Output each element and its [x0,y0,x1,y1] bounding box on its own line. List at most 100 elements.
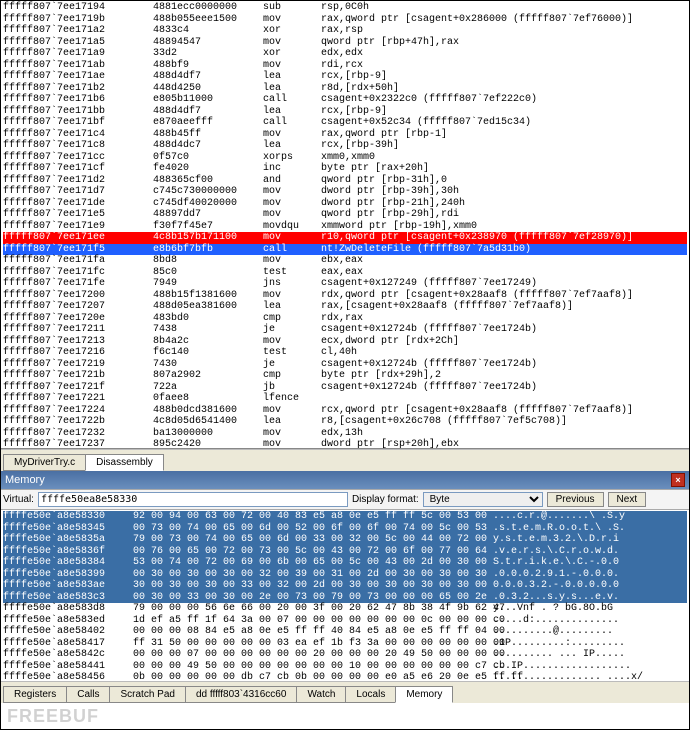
memory-row[interactable]: ffffe50e`a8e5842c00 00 00 07 00 00 00 00… [3,649,687,661]
operands: r8,[csagent+0x26c708 (fffff807`7ef5c708)… [321,416,687,428]
disasm-row[interactable]: fffff807`7ee172117438jecsagent+0x12724b … [3,324,687,336]
mem-address: ffffe50e`a8e58399 [3,569,133,581]
mem-address: ffffe50e`a8e583c3 [3,592,133,604]
address: fffff807`7ee171fe [3,278,153,290]
disasm-row[interactable]: fffff807`7ee17216f6c140testcl,40h [3,347,687,359]
memory-row[interactable]: ffffe50e`a8e5840200 00 00 08 84 e5 a8 0e… [3,626,687,638]
disasm-row[interactable]: fffff807`7ee171d7c745c730000000movdword … [3,186,687,198]
bytes: f6c140 [153,347,263,359]
disasm-row[interactable]: fffff807`7ee171e548897dd7movqword ptr [r… [3,209,687,221]
mnemonic: lea [263,71,321,83]
memory-row[interactable]: ffffe50e`a8e583ed1d ef a5 ff 1f 64 3a 00… [3,615,687,627]
disasm-row[interactable]: fffff807`7ee17237895c2420movdword ptr [r… [3,439,687,449]
mnemonic: mov [263,198,321,210]
disasm-row[interactable]: fffff807`7ee172210faee8lfence [3,393,687,405]
bottom-tab-watch[interactable]: Watch [296,686,346,703]
memory-hex-view[interactable]: ffffe50e`a8e5833092 00 94 00 63 00 72 00… [1,510,689,685]
bytes: 48894547 [153,37,263,49]
disasm-row[interactable]: fffff807`7ee171bfe870aeefffcallcsagent+0… [3,117,687,129]
disasm-row[interactable]: fffff807`7ee171a933d2xoredx,edx [3,48,687,60]
address: fffff807`7ee17211 [3,324,153,336]
operands: rdx,rax [321,313,687,325]
bottom-tab-dd-fffff803-4316cc60[interactable]: dd fffff803`4316cc60 [185,686,297,703]
disasm-row[interactable]: fffff807`7ee171fc85c0testeax,eax [3,267,687,279]
bytes: 7430 [153,359,263,371]
mnemonic: lea [263,106,321,118]
disasm-row[interactable]: fffff807`7ee172197430jecsagent+0x12724b … [3,359,687,371]
bytes: 483bd0 [153,313,263,325]
display-format-select[interactable]: Byte [423,492,543,507]
mem-ascii: .....d:.............. [493,615,687,627]
operands: xmmword ptr [rbp-19h],xmm0 [321,221,687,233]
memory-row[interactable]: ffffe50e`a8e583c300 30 00 33 00 30 00 2e… [3,592,687,604]
mnemonic: test [263,347,321,359]
disasm-row[interactable]: fffff807`7ee171fa8bd8movebx,eax [3,255,687,267]
disasm-row[interactable]: fffff807`7ee171a548894547movqword ptr [r… [3,37,687,49]
disasm-row[interactable]: fffff807`7ee171c4488b45ffmovrax,qword pt… [3,129,687,141]
bytes: 488d4df7 [153,106,263,118]
disasm-row[interactable]: fffff807`7ee171b6e805b11000callcsagent+0… [3,94,687,106]
disasm-row[interactable]: fffff807`7ee17224488b0dcd381600movrcx,qw… [3,405,687,417]
bottom-tab-locals[interactable]: Locals [345,686,396,703]
mnemonic: mov [263,14,321,26]
operands: ecx,dword ptr [rdx+2Ch] [321,336,687,348]
disasm-row[interactable]: fffff807`7ee171ae488d4df7learcx,[rbp-9] [3,71,687,83]
next-button[interactable]: Next [608,492,647,507]
mem-hex: 00 00 00 08 84 e5 a8 0e e5 ff ff 40 84 e… [133,626,493,638]
mnemonic: xorps [263,152,321,164]
bottom-tab-registers[interactable]: Registers [3,686,67,703]
disasm-row[interactable]: fffff807`7ee171c8488d4dc7learcx,[rbp-39h… [3,140,687,152]
memory-row[interactable]: ffffe50e`a8e5836f00 76 00 65 00 72 00 73… [3,546,687,558]
memory-row[interactable]: ffffe50e`a8e5833092 00 94 00 63 00 72 00… [3,511,687,523]
memory-row[interactable]: ffffe50e`a8e5834500 73 00 74 00 65 00 6d… [3,523,687,535]
disasm-row[interactable]: fffff807`7ee171d2488365cf00andqword ptr … [3,175,687,187]
disasm-row[interactable]: fffff807`7ee17232ba13000000movedx,13h [3,428,687,440]
memory-row[interactable]: ffffe50e`a8e58417ff 31 50 00 00 00 00 00… [3,638,687,650]
previous-button[interactable]: Previous [547,492,604,507]
disassembly-listing[interactable]: fffff807`7ee171944881ecc0000000subrsp,0C… [1,1,689,449]
disasm-row[interactable]: fffff807`7ee171cffe4020incbyte ptr [rax+… [3,163,687,175]
mnemonic: movdqu [263,221,321,233]
disasm-row[interactable]: fffff807`7ee171cc0f57c0xorpsxmm0,xmm0 [3,152,687,164]
virtual-address-input[interactable] [38,492,348,507]
disasm-row[interactable]: fffff807`7ee171dec745df40020000movdword … [3,198,687,210]
disasm-row[interactable]: fffff807`7ee171ab488bf9movrdi,rcx [3,60,687,72]
disasm-row[interactable]: fffff807`7ee172138b4a2cmovecx,dword ptr … [3,336,687,348]
operands: edx,13h [321,428,687,440]
address: fffff807`7ee17213 [3,336,153,348]
disasm-row[interactable]: fffff807`7ee1719b488b055eee1500movrax,qw… [3,14,687,26]
disasm-row[interactable]: fffff807`7ee17207488d05ea381600learax,[c… [3,301,687,313]
disasm-row[interactable]: fffff807`7ee171b2448d4250lear8d,[rdx+50h… [3,83,687,95]
mnemonic: jns [263,278,321,290]
tab-disassembly[interactable]: Disassembly [85,454,164,471]
close-icon[interactable]: × [671,473,685,487]
memory-row[interactable]: ffffe50e`a8e583d879 00 00 00 56 6e 66 00… [3,603,687,615]
tab-mydrivertry-c[interactable]: MyDriverTry.c [3,454,86,471]
bottom-tab-scratch-pad[interactable]: Scratch Pad [109,686,185,703]
disasm-row[interactable]: fffff807`7ee1721f722ajbcsagent+0x12724b … [3,382,687,394]
bottom-tab-memory[interactable]: Memory [395,686,453,703]
disasm-row[interactable]: fffff807`7ee171ee4c8b157b171100movr10,qw… [3,232,687,244]
memory-row[interactable]: ffffe50e`a8e5835a79 00 73 00 74 00 65 00… [3,534,687,546]
disasm-row[interactable]: fffff807`7ee171bb488d4df7learcx,[rbp-9] [3,106,687,118]
disasm-row[interactable]: fffff807`7ee171e9f30f7f45e7movdquxmmword… [3,221,687,233]
operands: csagent+0x12724b (fffff807`7ee1724b) [321,324,687,336]
disasm-row[interactable]: fffff807`7ee171fe7949jnscsagent+0x127249… [3,278,687,290]
memory-row[interactable]: ffffe50e`a8e5839900 30 00 30 00 30 00 32… [3,569,687,581]
bytes: 895c2420 [153,439,263,449]
disasm-row[interactable]: fffff807`7ee1721b807a2902cmpbyte ptr [rd… [3,370,687,382]
disasm-row[interactable]: fffff807`7ee17200488b15f1381600movrdx,qw… [3,290,687,302]
memory-row[interactable]: ffffe50e`a8e583ae30 00 30 00 30 00 33 00… [3,580,687,592]
bytes: c745c730000000 [153,186,263,198]
bytes: 7438 [153,324,263,336]
disasm-row[interactable]: fffff807`7ee171f5e8b6bf7bfbcallnt!ZwDele… [3,244,687,256]
memory-row[interactable]: ffffe50e`a8e5838453 00 74 00 72 00 69 00… [3,557,687,569]
address: fffff807`7ee1721f [3,382,153,394]
disasm-row[interactable]: fffff807`7ee1722b4c8d05d6541400lear8,[cs… [3,416,687,428]
disasm-row[interactable]: fffff807`7ee1720e483bd0cmprdx,rax [3,313,687,325]
disasm-row[interactable]: fffff807`7ee171944881ecc0000000subrsp,0C… [3,2,687,14]
memory-row[interactable]: ffffe50e`a8e5844100 00 00 49 50 00 00 00… [3,661,687,673]
disasm-row[interactable]: fffff807`7ee171a24833c4xorrax,rsp [3,25,687,37]
bottom-tab-calls[interactable]: Calls [66,686,110,703]
bytes: 85c0 [153,267,263,279]
